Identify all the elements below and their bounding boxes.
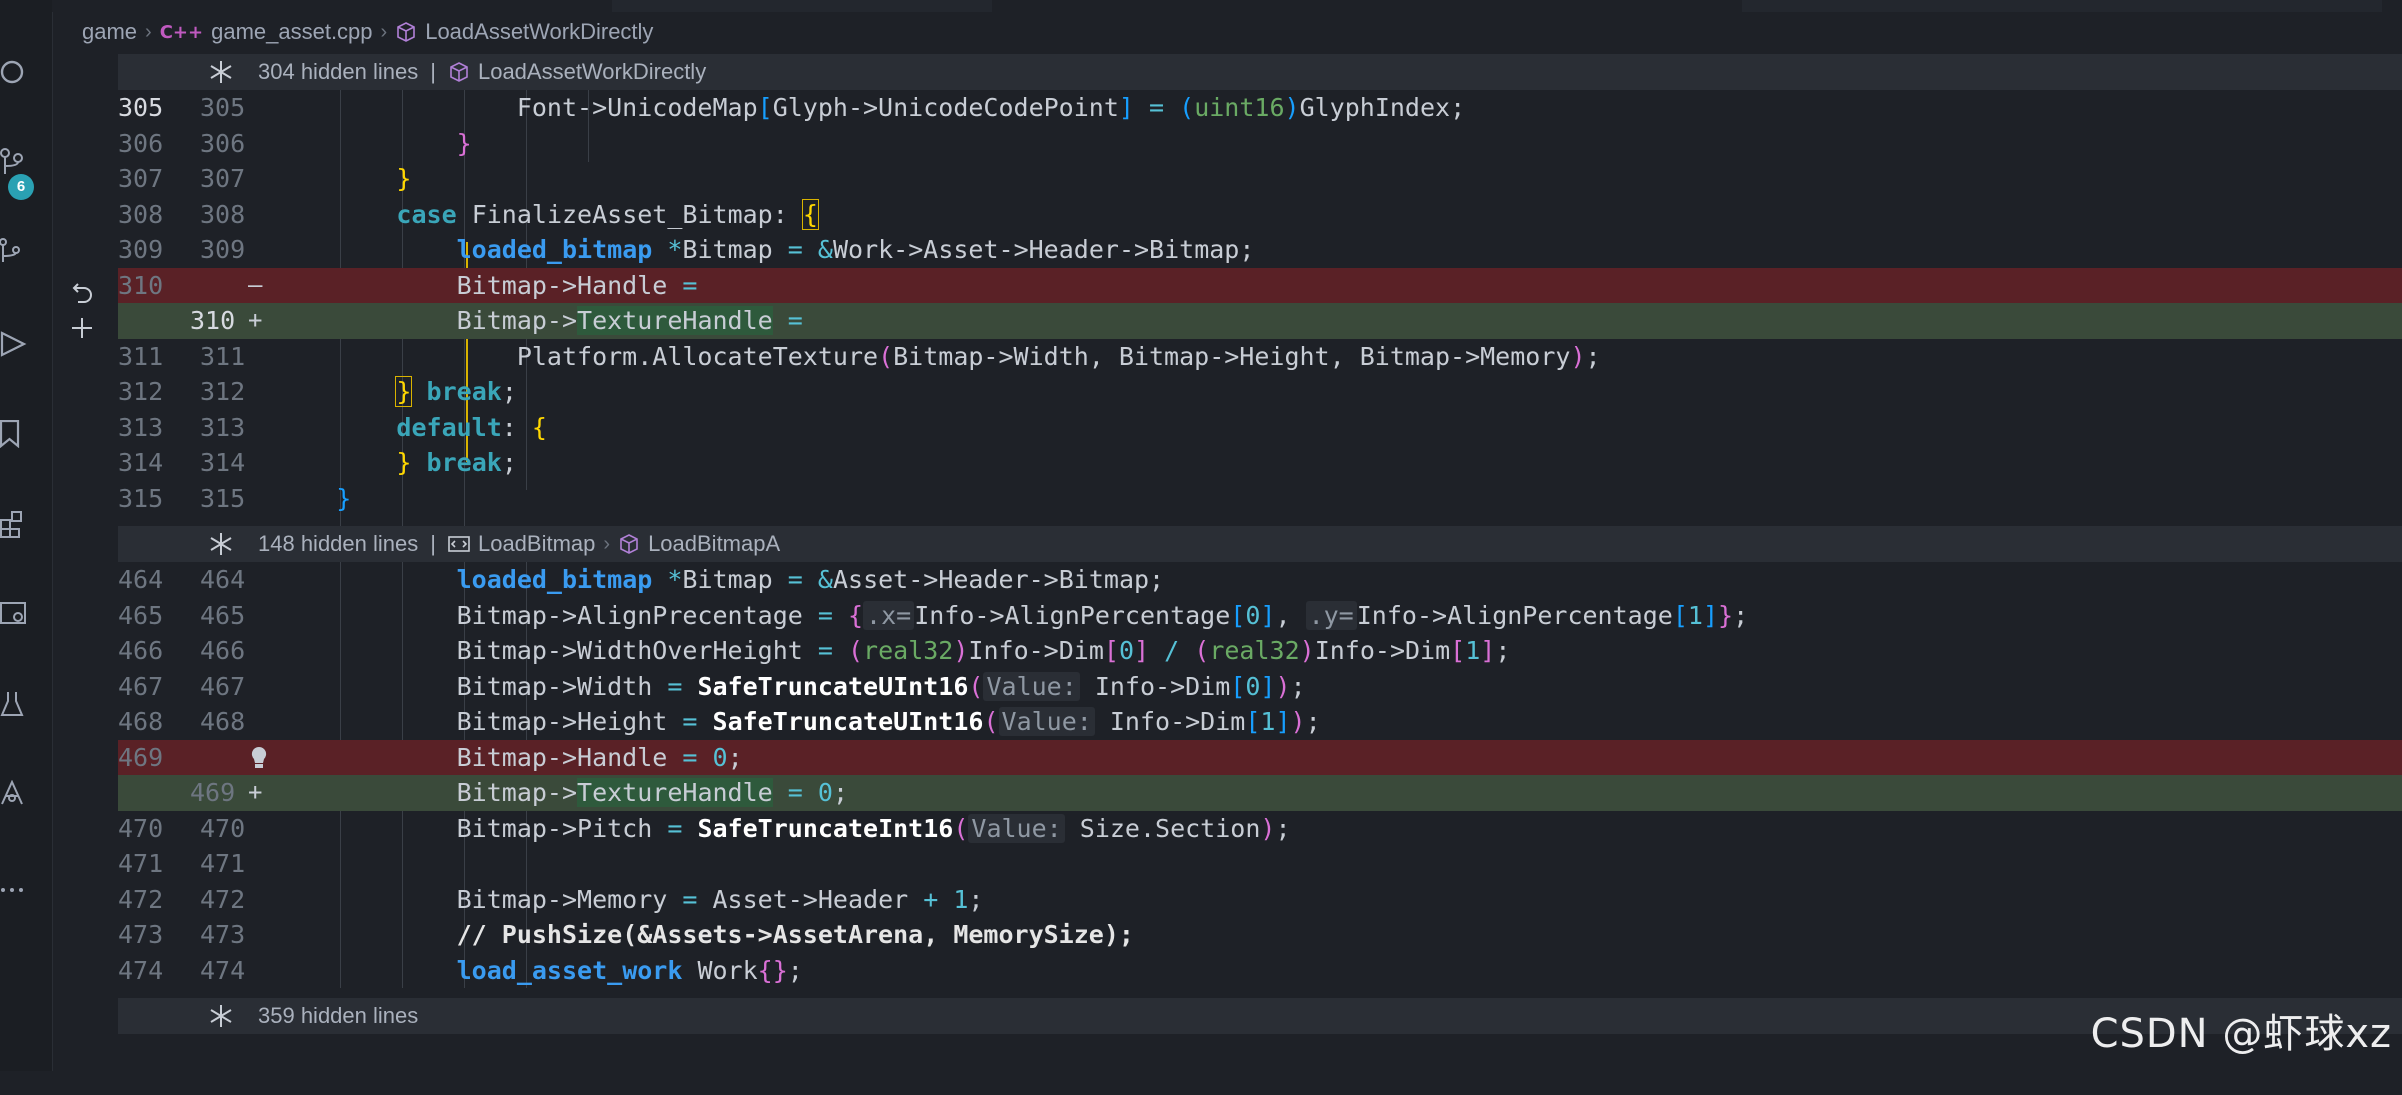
code-line[interactable]: 470 470 Bitmap->Pitch = SafeTruncateInt16… bbox=[118, 811, 2402, 847]
hidden-lines-count: 304 hidden lines bbox=[258, 59, 419, 84]
code-line[interactable]: 309 309 loaded_bitmap *Bitmap = &Work->As… bbox=[118, 232, 2402, 268]
code-line[interactable]: 313 313 default: { bbox=[118, 410, 2402, 446]
tab-strip bbox=[52, 0, 2402, 12]
code-line[interactable]: 308 308 case FinalizeAsset_Bitmap: { bbox=[118, 197, 2402, 233]
revert-change-icon[interactable] bbox=[72, 280, 94, 304]
testing-icon[interactable] bbox=[0, 690, 28, 718]
git-lens-icon[interactable] bbox=[0, 780, 28, 808]
code-line[interactable]: 472 472 Bitmap->Memory = Asset->Header + … bbox=[118, 882, 2402, 918]
chevron-right-icon: › bbox=[145, 20, 152, 43]
code-line[interactable]: 466 466 Bitmap->WidthOverHeight = (real32… bbox=[118, 633, 2402, 669]
code-line[interactable]: 315 315 } bbox=[118, 481, 2402, 517]
code-line[interactable]: 465 465 Bitmap->AlignPrecentage = {.x= Inf… bbox=[118, 598, 2402, 634]
code-line[interactable]: 464 464 loaded_bitmap *Bitmap = &Asset->H… bbox=[118, 562, 2402, 598]
code-line[interactable]: 306 306 } bbox=[118, 126, 2402, 162]
code-line[interactable]: 307 307 } bbox=[118, 161, 2402, 197]
code-line[interactable]: 471 471 bbox=[118, 846, 2402, 882]
unfold-icon[interactable] bbox=[208, 1003, 234, 1029]
cpp-file-icon: C++ bbox=[159, 21, 204, 43]
deleted-line[interactable]: 469 Bitmap->Handle = 0; bbox=[118, 739, 2402, 775]
breadcrumb-symbol[interactable]: LoadAssetWorkDirectly bbox=[425, 19, 653, 45]
breadcrumb-folder[interactable]: game bbox=[82, 19, 137, 45]
code-line[interactable]: 314 314 } break; bbox=[118, 445, 2402, 481]
removed-marker: — bbox=[248, 270, 263, 299]
method-cube-icon bbox=[450, 62, 468, 82]
hidden-lines-bar[interactable]: 359 hidden lines bbox=[118, 998, 2402, 1034]
hidden-crumb[interactable]: LoadAssetWorkDirectly bbox=[478, 59, 706, 85]
deleted-line[interactable]: 310 — Bitmap->Handle = bbox=[118, 267, 2402, 303]
code-line[interactable]: 311 311 Platform.AllocateTexture(Bitmap->… bbox=[118, 339, 2402, 375]
code-line[interactable]: 473 473 // PushSize(&Assets->AssetArena, … bbox=[118, 917, 2402, 953]
breadcrumb: game › C++ game_asset.cpp › LoadAssetWor… bbox=[82, 14, 2402, 50]
remote-explorer-icon[interactable] bbox=[0, 600, 28, 628]
added-marker: + bbox=[248, 778, 263, 806]
hidden-lines-bar[interactable]: 304 hidden lines | LoadAssetWorkDirectly bbox=[118, 54, 2402, 90]
code-line[interactable]: 467 467 Bitmap->Width = SafeTruncateUInt1… bbox=[118, 669, 2402, 705]
added-marker: + bbox=[248, 306, 263, 334]
diff-editor[interactable]: 304 hidden lines | LoadAssetWorkDirectly… bbox=[118, 54, 2402, 1071]
added-line[interactable]: 469 + Bitmap->TextureHandle = 0; bbox=[118, 775, 2402, 811]
more-icon[interactable] bbox=[0, 876, 28, 904]
lightbulb-icon[interactable] bbox=[250, 746, 268, 770]
method-cube-icon bbox=[620, 534, 638, 554]
code-line[interactable]: 305 305 Font->UnicodeMap[Glyph->UnicodeCo… bbox=[118, 90, 2402, 126]
hidden-lines-count: 359 hidden lines bbox=[258, 1003, 419, 1028]
stage-change-icon[interactable] bbox=[70, 316, 94, 340]
chevron-right-icon: › bbox=[380, 20, 388, 43]
source-control-icon[interactable] bbox=[0, 148, 28, 176]
scm-badge: 6 bbox=[8, 174, 34, 200]
added-line[interactable]: 310 + Bitmap->TextureHandle = bbox=[118, 303, 2402, 339]
hidden-lines-bar[interactable]: 148 hidden lines | LoadBitmap › LoadBitm… bbox=[118, 526, 2402, 562]
search-icon[interactable] bbox=[0, 58, 28, 86]
hidden-crumb[interactable]: LoadBitmapA bbox=[648, 531, 780, 557]
unfold-icon[interactable] bbox=[208, 59, 234, 85]
run-debug-icon[interactable] bbox=[0, 330, 28, 358]
hidden-lines-count: 148 hidden lines bbox=[258, 531, 419, 556]
unfold-icon[interactable] bbox=[208, 531, 234, 557]
extensions-icon[interactable] bbox=[0, 510, 28, 538]
method-cube-icon bbox=[397, 22, 416, 42]
function-brackets-icon bbox=[448, 536, 470, 552]
bookmark-icon[interactable] bbox=[0, 420, 28, 448]
hidden-crumb[interactable]: LoadBitmap bbox=[478, 531, 595, 557]
code-line[interactable]: 312 312 } break; bbox=[118, 374, 2402, 410]
watermark: CSDN @虾球xz bbox=[2090, 1011, 2392, 1057]
code-line[interactable]: 474 474 load_asset_work Work{}; bbox=[118, 953, 2402, 989]
source-control-graph-icon[interactable] bbox=[0, 236, 28, 264]
activity-bar: 6 bbox=[0, 0, 53, 1071]
breadcrumb-file[interactable]: game_asset.cpp bbox=[211, 19, 372, 45]
chevron-right-icon: › bbox=[603, 532, 611, 555]
code-line[interactable]: 468 468 Bitmap->Height = SafeTruncateUInt… bbox=[118, 704, 2402, 740]
